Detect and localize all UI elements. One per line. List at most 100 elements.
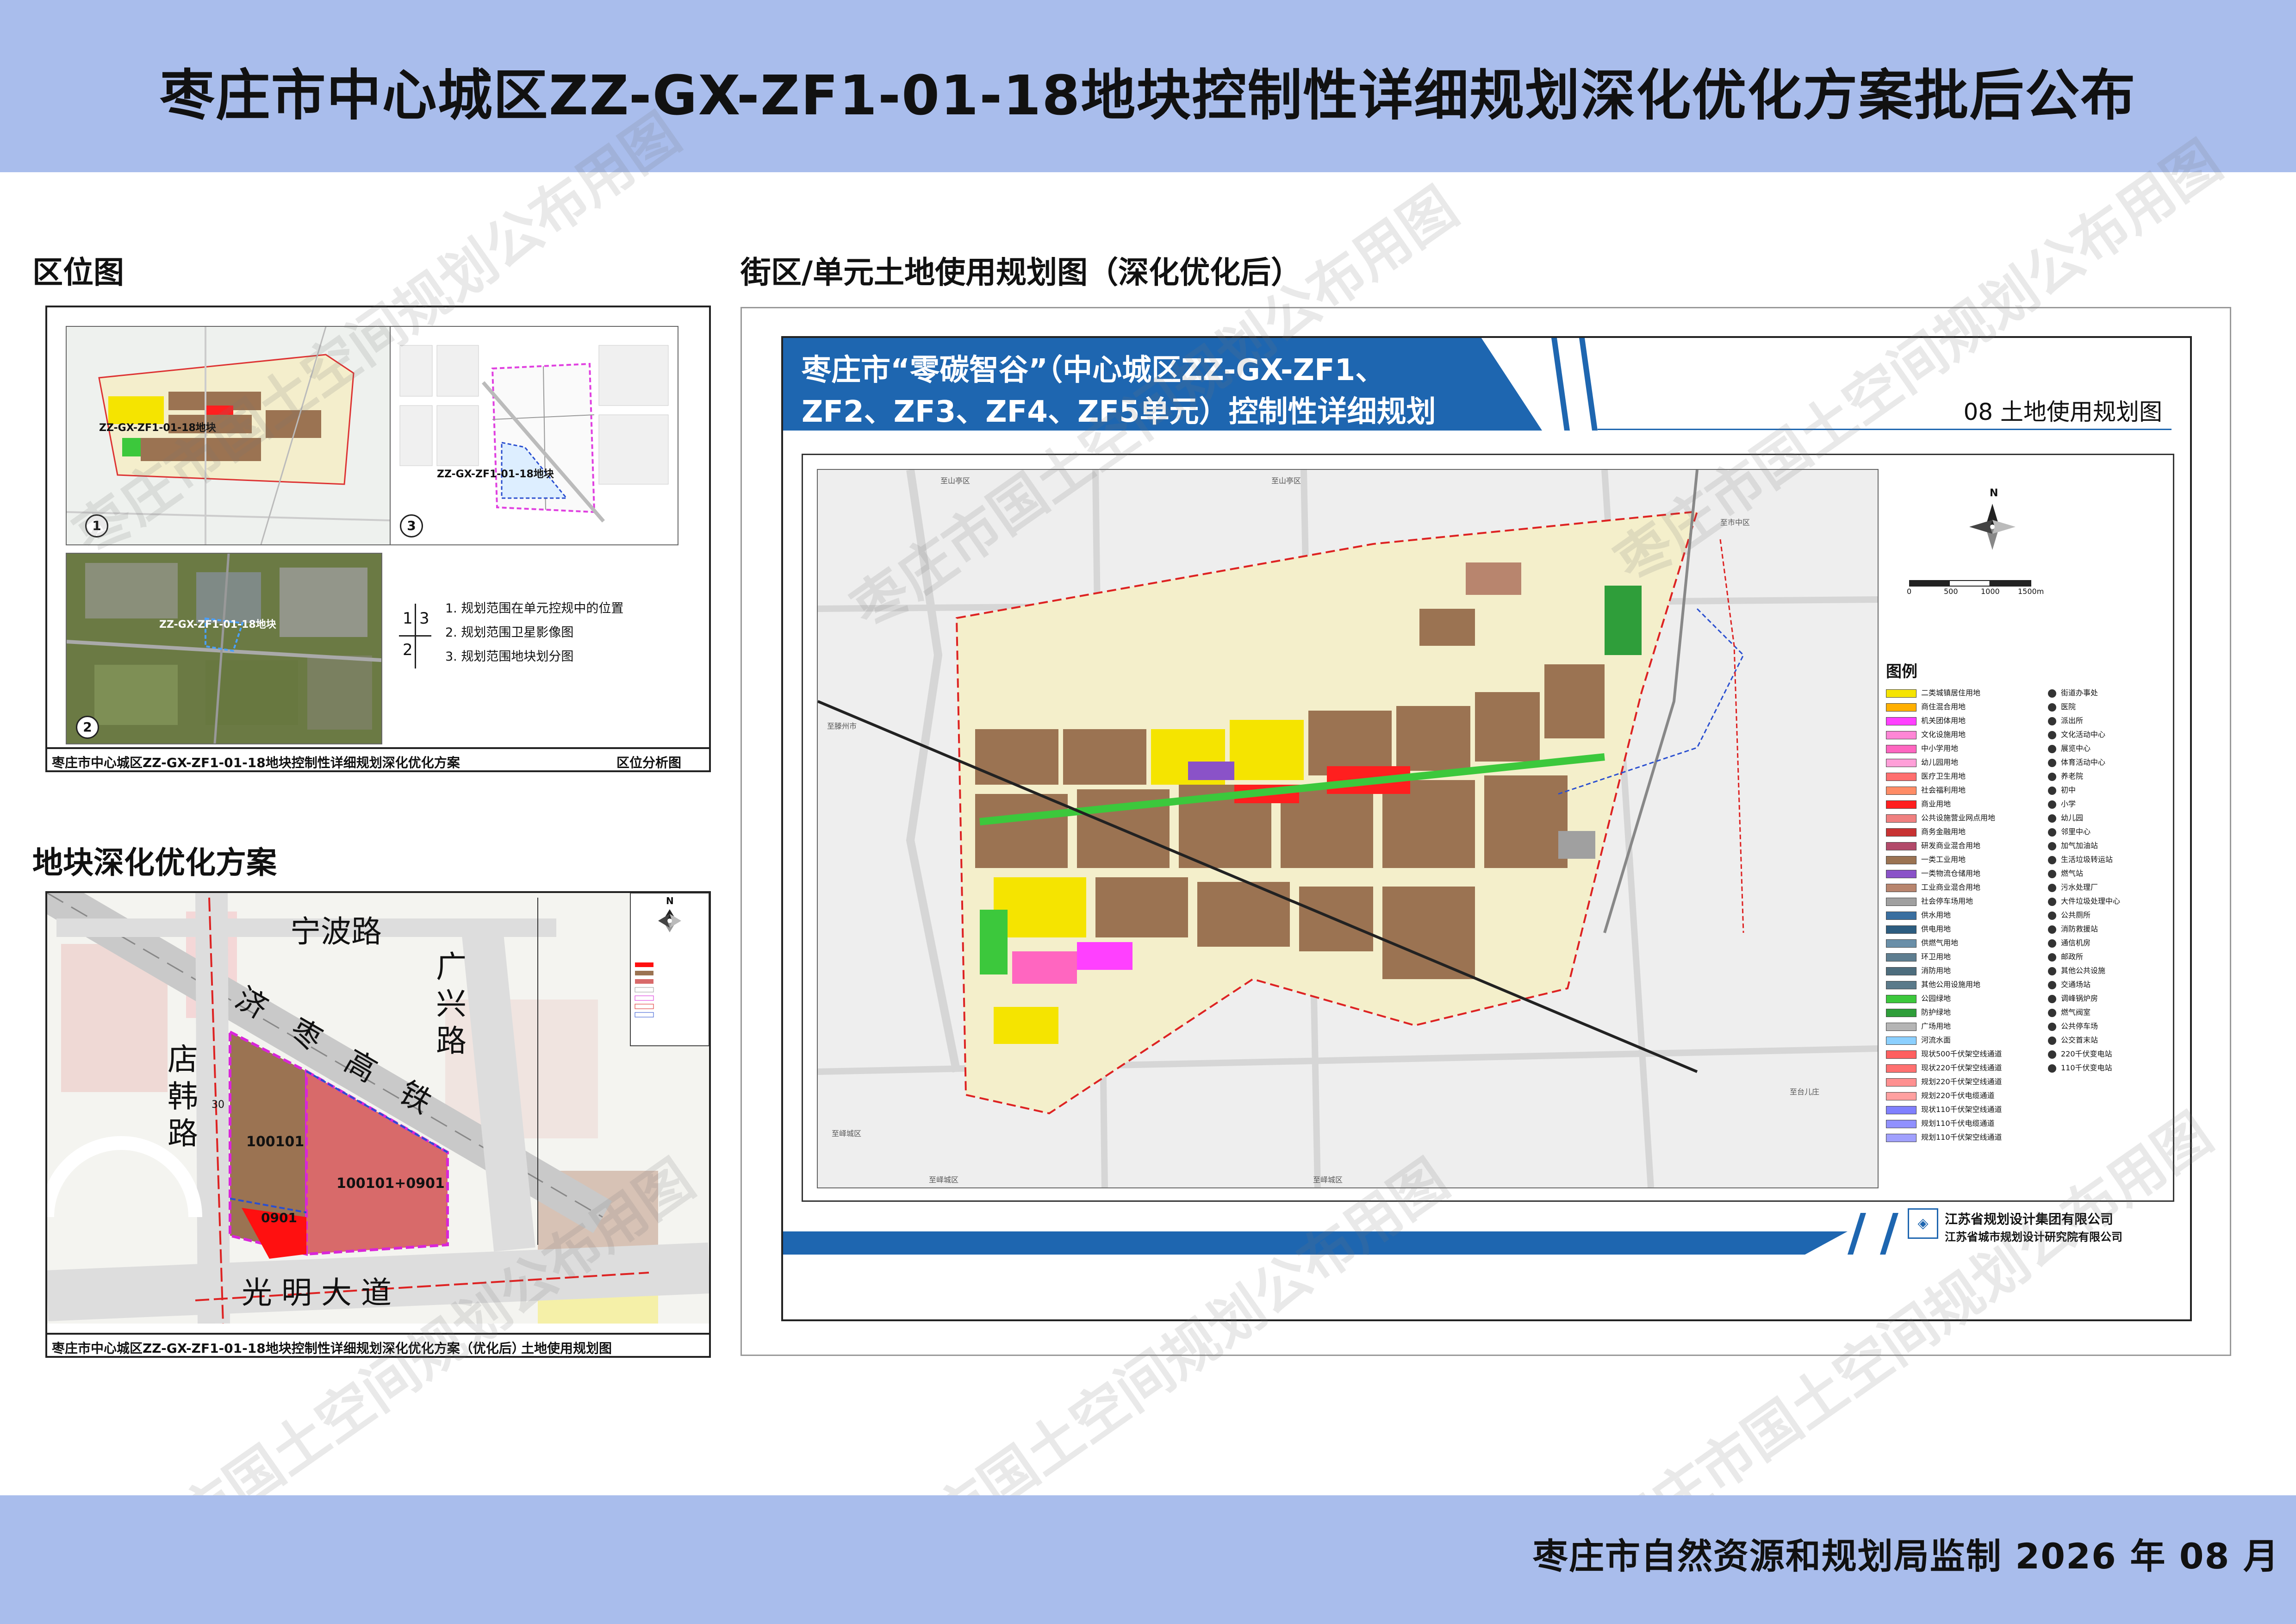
legend-item: 广场用地	[1886, 1020, 2043, 1034]
legend-label: 规划110千伏架空线通道	[1921, 1133, 2002, 1142]
plot-caption-left: 枣庄市中心城区ZZ-GX-ZF1-01-18地块控制性详细规划深化优化方案（优化…	[52, 1341, 525, 1356]
legend-facility-item: 养老院	[2048, 770, 2168, 784]
parcel-0901: 0901	[261, 1210, 297, 1225]
plot-north-label: N	[666, 895, 674, 906]
title-band-stripe	[1551, 338, 1570, 431]
legend-item: 河流水面	[1886, 1034, 2043, 1048]
legend-facility-label: 生活垃圾转运站	[2061, 855, 2113, 864]
scale-bar	[1909, 580, 2031, 587]
legend-item: 文化设施用地	[1886, 728, 2043, 742]
legend-item: 公园绿地	[1886, 992, 2043, 1006]
plot-panel: N 宁波路 济枣高铁 广兴路 店韩路 光明大道 30 100101 100101…	[45, 891, 711, 1358]
legend-facility-item: 初中	[2048, 784, 2168, 798]
legend-facility-label: 消防救援站	[2061, 924, 2098, 933]
legend-item: 规划220千伏架空线通道	[1886, 1075, 2043, 1089]
legend-label: 河流水面	[1921, 1036, 1951, 1044]
legend-facility-label: 派出所	[2061, 716, 2084, 725]
legend-facility-item: 展览中心	[2048, 742, 2168, 756]
facility-symbol-icon	[2048, 981, 2056, 989]
legend-swatch	[1886, 842, 1916, 850]
legend-facility-item: 生活垃圾转运站	[2048, 853, 2168, 867]
legend-facility-label: 街道办事处	[2061, 688, 2098, 697]
setback-dimension: 30	[212, 1099, 224, 1111]
facility-symbol-icon	[2048, 994, 2056, 1003]
facility-symbol-icon	[2048, 1036, 2056, 1045]
legend-item: 商务金融用地	[1886, 825, 2043, 839]
landuse-title-line2: ZF2、ZF3、ZF4、ZF5单元）控制性详细规划	[802, 395, 1436, 429]
key-1: 1	[403, 609, 413, 628]
legend-label: 商务金融用地	[1921, 827, 1966, 836]
location-map-2-graphic	[67, 554, 381, 743]
legend-item: 社会福利用地	[1886, 784, 2043, 798]
legend-facility-item: 派出所	[2048, 714, 2168, 728]
legend-facility-label: 医院	[2061, 702, 2076, 711]
page-title: 枣庄市中心城区ZZ-GX-ZF1-01-18地块控制性详细规划深化优化方案批后公…	[160, 63, 2136, 127]
facility-symbol-icon	[2048, 689, 2056, 698]
map-notes: 1. 规划范围在单元控规中的位置 2. 规划范围卫星影像图 3. 规划范围地块划…	[445, 597, 623, 669]
legend-swatch	[1886, 953, 1916, 962]
legend-label: 供水用地	[1921, 911, 1951, 919]
legend-swatch	[1886, 814, 1916, 823]
facility-symbol-icon	[2048, 883, 2056, 892]
location-map-3-graphic	[399, 345, 669, 523]
facility-symbol-icon	[2048, 897, 2056, 906]
legend-label: 消防用地	[1921, 966, 1951, 975]
legend-label: 文化设施用地	[1921, 730, 1966, 739]
legend-swatch	[1886, 800, 1916, 809]
legend-facility-label: 调峰锅炉房	[2061, 994, 2098, 1003]
legend-facility-item: 公共厕所	[2048, 909, 2168, 923]
legend-swatch	[1886, 703, 1916, 712]
legend-label: 现状110千伏架空线通道	[1921, 1105, 2002, 1114]
legend-swatch	[1886, 1133, 1916, 1142]
legend-facility-label: 展览中心	[2061, 744, 2091, 753]
note-3: 3. 规划范围地块划分图	[445, 650, 574, 664]
legend-facility-item: 大件垃圾处理中心	[2048, 895, 2168, 909]
legend-item: 其他公用设施用地	[1886, 978, 2043, 992]
legend-item: 公共设施营业网点用地	[1886, 812, 2043, 825]
legend-facility-item: 通信机房	[2048, 937, 2168, 950]
section-title-plot: 地块深化优化方案	[32, 845, 277, 881]
facility-symbol-icon	[2048, 967, 2056, 975]
legend-item: 供水用地	[1886, 909, 2043, 923]
legend-label: 研发商业混合用地	[1921, 841, 1981, 850]
legend-label: 一类物流仓储用地	[1921, 869, 1981, 878]
legend-facility-label: 燃气阀室	[2061, 1008, 2091, 1017]
location-map-3: ZZ-GX-ZF1-01-18地块 3	[390, 326, 678, 545]
legend-label: 防护绿地	[1921, 1008, 1951, 1017]
legend-facility-item: 幼儿园	[2048, 812, 2168, 825]
legend-item: 环卫用地	[1886, 950, 2043, 964]
map-1-number: 1	[85, 514, 108, 537]
legend-swatch	[1886, 689, 1916, 698]
company-logo-icon: ◈	[1908, 1208, 1938, 1239]
legend-facility-item: 燃气站	[2048, 867, 2168, 881]
facility-symbol-icon	[2048, 717, 2056, 725]
legend-item: 防护绿地	[1886, 1006, 2043, 1020]
facility-symbol-icon	[2048, 814, 2056, 823]
map-2-number: 2	[76, 716, 99, 739]
legend-swatch	[1886, 1008, 1916, 1017]
legend-facility-label: 大件垃圾处理中心	[2061, 897, 2121, 906]
legend-facility-label: 其他公共设施	[2061, 966, 2106, 975]
legend-facility-item: 公交首末站	[2048, 1034, 2168, 1048]
location-map-1-graphic	[67, 327, 423, 544]
legend-facility-label: 体育活动中心	[2061, 758, 2106, 767]
footer-issuer: 枣庄市自然资源和规划局监制 2026 年 08 月	[1532, 1536, 2279, 1577]
legend-label: 中小学用地	[1921, 744, 1959, 753]
landuse-panel: 枣庄市“零碳智谷”（中心城区ZZ-GX-ZF1、 ZF2、ZF3、ZF4、ZF5…	[740, 307, 2231, 1356]
map-3-number: 3	[400, 514, 423, 537]
map-key: 1 3 2	[399, 604, 431, 668]
legend-facility-item: 文化活动中心	[2048, 728, 2168, 742]
legend-item: 社会停车场用地	[1886, 895, 2043, 909]
legend-swatch	[1886, 1092, 1916, 1100]
legend-label: 社会福利用地	[1921, 786, 1966, 794]
legend-facility-label: 公共厕所	[2061, 911, 2091, 919]
facility-symbol-icon	[2048, 1008, 2056, 1017]
legend-swatch	[1886, 925, 1916, 934]
legend-label: 广场用地	[1921, 1022, 1951, 1031]
legend-swatch	[1886, 772, 1916, 781]
legend-swatch	[1886, 869, 1916, 878]
road-ningbo: 宁波路	[290, 914, 382, 949]
legend-item: 中小学用地	[1886, 742, 2043, 756]
legend-label: 供燃气用地	[1921, 938, 1959, 947]
facility-symbol-icon	[2048, 911, 2056, 920]
